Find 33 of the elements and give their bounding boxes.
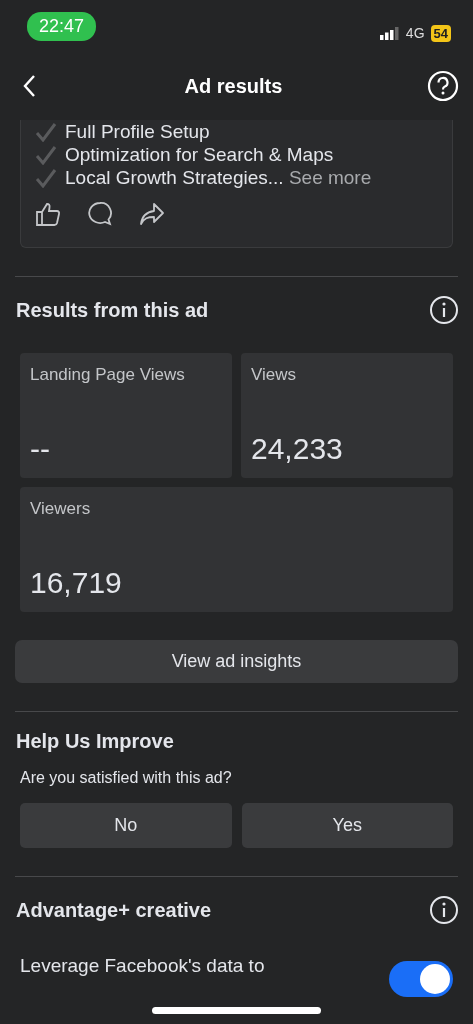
comment-icon[interactable] [87,201,113,227]
metric-value: -- [30,432,51,466]
metric-label: Landing Page Views [30,365,186,385]
time: 22:47 [27,11,97,41]
metric-label: Viewers [30,499,92,519]
toggle-switch[interactable] [389,961,453,997]
page-title: Ad results [184,74,283,98]
share-icon[interactable] [139,201,165,227]
answer-button[interactable]: No [20,803,232,848]
battery-level: 54 [430,24,451,42]
checklist-item: Local Growth Strategies... See more [65,166,372,189]
section-title: Advantage+ creative [16,898,212,922]
view-insights-button[interactable]: View ad insights [15,640,458,683]
signal-icon [379,26,400,40]
metric-value: 24,233 [251,432,344,466]
checklist-item: Full Profile Setup [65,120,210,143]
info-icon[interactable] [429,895,459,925]
thumbs-up-icon[interactable] [35,201,61,227]
see-more-link[interactable]: See more [288,167,372,188]
checkmark-icon [35,121,57,142]
answer-button[interactable]: Yes [241,803,453,848]
checkmark-icon [35,167,57,188]
section-title: Help Us Improve [16,730,174,753]
help-button[interactable] [427,70,459,102]
survey-question: Are you satisfied with this ad? [19,768,233,787]
checkmark-icon [35,144,57,165]
info-icon[interactable] [429,295,459,325]
section-title: Results from this ad [16,298,209,322]
network-type: 4G [405,25,425,41]
metric-value: 16,719 [30,566,123,600]
setting-description: Leverage Facebook's data to [20,955,265,977]
checklist-item: Optimization for Search & Maps [65,143,334,166]
metric-label: Views [251,365,298,385]
